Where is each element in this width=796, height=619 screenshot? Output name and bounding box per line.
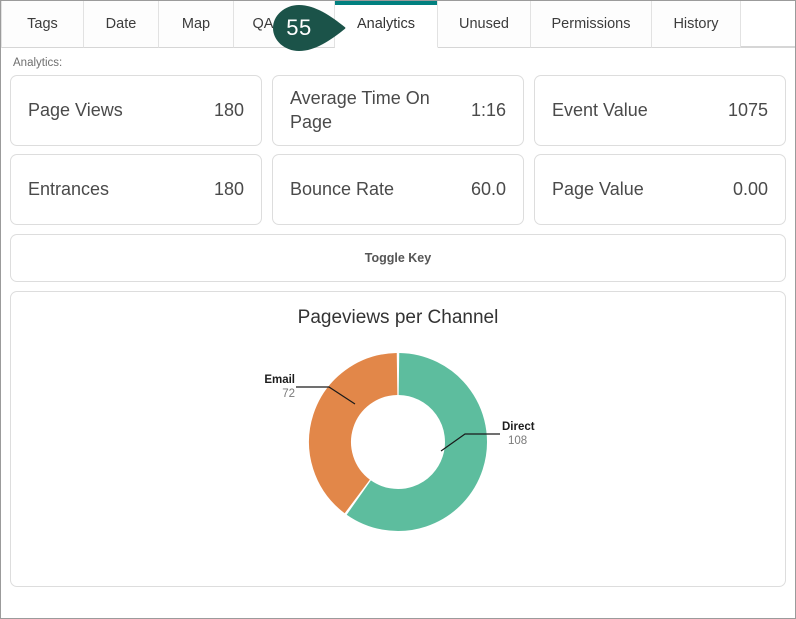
section-label: Analytics: bbox=[13, 57, 786, 69]
metric-value: 1:16 bbox=[471, 100, 506, 121]
tab-label: QA bbox=[253, 16, 274, 32]
tab-qa[interactable]: QA bbox=[234, 1, 335, 48]
donut-chart: Email 72 Direct 108 bbox=[11, 334, 785, 586]
tab-tags[interactable]: Tags bbox=[1, 1, 84, 48]
metric-label: Bounce Rate bbox=[290, 178, 402, 201]
chart-panel: Pageviews per Channel Email 72 bbox=[10, 291, 786, 587]
metric-card-page-value: Page Value 0.00 bbox=[534, 154, 786, 225]
tab-label: History bbox=[673, 16, 718, 32]
toggle-key-label: Toggle Key bbox=[365, 251, 431, 265]
metric-label: Page Value bbox=[552, 178, 652, 201]
tab-bar-filler bbox=[741, 1, 795, 47]
metric-value: 60.0 bbox=[471, 179, 506, 200]
donut-slices bbox=[330, 374, 466, 510]
tab-label: Map bbox=[182, 16, 210, 32]
tab-label: Analytics bbox=[357, 16, 415, 32]
slice-label-email-name: Email bbox=[264, 374, 295, 386]
metric-label: Entrances bbox=[28, 178, 117, 201]
metrics-grid: Page Views 180 Average Time On Page 1:16… bbox=[10, 75, 786, 225]
tab-label: Tags bbox=[27, 16, 58, 32]
metric-card-page-views: Page Views 180 bbox=[10, 75, 262, 146]
metric-value: 0.00 bbox=[733, 179, 768, 200]
metric-card-bounce-rate: Bounce Rate 60.0 bbox=[272, 154, 524, 225]
analytics-panel: Analytics: Page Views 180 Average Time O… bbox=[1, 48, 795, 587]
tab-map[interactable]: Map bbox=[159, 1, 234, 48]
donut-slice-email bbox=[330, 374, 397, 496]
toggle-key-button[interactable]: Toggle Key bbox=[10, 234, 786, 282]
metric-value: 1075 bbox=[728, 100, 768, 121]
tab-label: Permissions bbox=[552, 16, 631, 32]
slice-label-direct-value: 108 bbox=[508, 435, 527, 447]
tab-date[interactable]: Date bbox=[84, 1, 159, 48]
tab-label: Unused bbox=[459, 16, 509, 32]
metric-card-average-time-on-page: Average Time On Page 1:16 bbox=[272, 75, 524, 146]
metric-card-event-value: Event Value 1075 bbox=[534, 75, 786, 146]
tab-label: Date bbox=[106, 16, 137, 32]
metric-label: Average Time On Page bbox=[290, 87, 471, 133]
tab-bar: Tags Date Map QA Analytics Unused Permis… bbox=[1, 1, 795, 48]
tab-analytics[interactable]: Analytics bbox=[335, 1, 438, 48]
metric-label: Page Views bbox=[28, 99, 131, 122]
metric-label: Event Value bbox=[552, 99, 656, 122]
tab-history[interactable]: History bbox=[652, 1, 741, 48]
slice-label-direct-name: Direct bbox=[502, 421, 535, 433]
app-window: Tags Date Map QA Analytics Unused Permis… bbox=[0, 0, 796, 619]
tab-unused[interactable]: Unused bbox=[438, 1, 531, 48]
chart-title: Pageviews per Channel bbox=[11, 292, 785, 329]
slice-label-email-value: 72 bbox=[282, 388, 295, 400]
metric-value: 180 bbox=[214, 179, 244, 200]
metric-card-entrances: Entrances 180 bbox=[10, 154, 262, 225]
tab-permissions[interactable]: Permissions bbox=[531, 1, 652, 48]
metric-value: 180 bbox=[214, 100, 244, 121]
